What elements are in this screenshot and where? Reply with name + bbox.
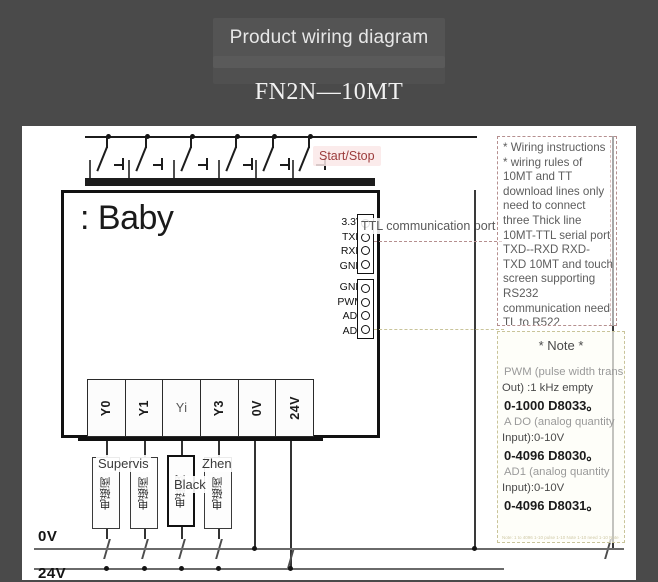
pin-strip-analog[interactable] bbox=[357, 279, 374, 339]
note-line: Input):0-10V bbox=[502, 481, 565, 494]
pin-hole[interactable] bbox=[361, 311, 370, 321]
rail-node-dot bbox=[472, 546, 477, 551]
load-box-glyph: 电磁阀 bbox=[99, 476, 112, 510]
load-lead bbox=[144, 529, 146, 539]
switch-terminal-post bbox=[206, 158, 208, 170]
note-panel-footer: Note: 1 to 4096 1-10 pulse 1-10 Note 1-1… bbox=[502, 535, 620, 540]
rail-node-dot bbox=[179, 566, 184, 571]
load-lead bbox=[181, 527, 183, 539]
input-bus-bar bbox=[85, 136, 477, 138]
start-stop-label: Start/Stop bbox=[313, 146, 381, 166]
wiring-instructions-note: * Wiring instructions * wiring rules of … bbox=[497, 136, 617, 326]
terminal-block-base bbox=[78, 437, 323, 441]
terminal-label: Y3 bbox=[212, 399, 227, 417]
pin-hole[interactable] bbox=[361, 232, 370, 242]
header-bar: Product wiring diagram FN2N—10MT bbox=[0, 0, 658, 126]
rail-node-dot bbox=[104, 566, 109, 571]
terminal-label: Y0 bbox=[99, 399, 114, 417]
rail-node-dot bbox=[252, 546, 257, 551]
terminal-y1[interactable]: Y1 bbox=[126, 380, 164, 436]
note-panel-heading: * Note * bbox=[538, 338, 584, 353]
pin-hole[interactable] bbox=[361, 259, 370, 269]
note-line: Out) :1 kHz empty bbox=[502, 381, 594, 394]
ttl-dashed-connector bbox=[374, 241, 502, 242]
note-line: A DO (analog quantity bbox=[504, 416, 615, 428]
output-terminal-block: Y0 Y1 Yi Y3 0V 24V bbox=[87, 379, 314, 437]
load-overlay-word: Black bbox=[172, 476, 208, 493]
ttl-communication-port-label: TTL communication port bbox=[358, 218, 499, 234]
plc-input-terminal-strip bbox=[85, 178, 375, 186]
note-line: AD1 (analog quantity bbox=[504, 466, 610, 478]
load-overlay-word: Supervis bbox=[96, 455, 151, 472]
analog-dashed-connector bbox=[374, 329, 504, 330]
note-line: 0-4096 D8031。 bbox=[504, 498, 600, 513]
note-line: PWM (pulse width transmission bbox=[504, 366, 624, 378]
load-lead bbox=[218, 529, 220, 539]
rail-node-dot bbox=[216, 566, 221, 571]
terminal-0v[interactable]: 0V bbox=[239, 380, 277, 436]
switch-terminal-post bbox=[288, 158, 290, 170]
terminal-y2[interactable]: Yi bbox=[163, 380, 202, 436]
note-line: 0-4096 D8030。 bbox=[504, 448, 600, 463]
pin-hole[interactable] bbox=[361, 246, 370, 256]
terminal-label: 24V bbox=[287, 396, 302, 420]
page-title: Product wiring diagram bbox=[229, 27, 429, 48]
terminal-label: 0V bbox=[250, 399, 265, 417]
note-line: Input):0-10V bbox=[502, 431, 565, 444]
terminal-lead bbox=[254, 441, 256, 548]
load-box-glyph: 电磁阀 bbox=[211, 476, 224, 510]
switch-terminal-post bbox=[122, 158, 124, 170]
switch-terminal-post bbox=[161, 158, 163, 170]
model-subtitle: FN2N—10MT bbox=[254, 79, 404, 105]
load-box-glyph: 电磁阀 bbox=[137, 476, 150, 510]
terminal-24v[interactable]: 24V bbox=[276, 380, 313, 436]
pin-hole[interactable] bbox=[361, 284, 370, 294]
rail-0v-label: 0V bbox=[38, 528, 58, 545]
rail-node-dot bbox=[142, 566, 147, 571]
terminal-y3[interactable]: Y3 bbox=[201, 380, 239, 436]
baby-overlay-text: : Baby bbox=[80, 198, 174, 237]
supply-feeder bbox=[474, 190, 476, 548]
pin-hole[interactable] bbox=[361, 297, 370, 307]
terminal-label: Y1 bbox=[137, 399, 151, 417]
terminal-y0[interactable]: Y0 bbox=[88, 380, 126, 436]
note-line: 0-1000 D8033。 bbox=[504, 398, 600, 413]
switch-terminal-post bbox=[251, 158, 253, 170]
note-panel: * Note * PWM (pulse width transmission O… bbox=[497, 331, 625, 543]
load-lead bbox=[106, 529, 108, 539]
baby-text-overlay: : Baby bbox=[74, 194, 234, 242]
rail-node-dot bbox=[288, 566, 293, 571]
rail-24v-label: 24V bbox=[38, 565, 67, 582]
terminal-label: Yi bbox=[175, 401, 188, 415]
load-overlay-word: Zhen bbox=[200, 455, 234, 472]
rail-0v bbox=[34, 548, 624, 550]
pin-hole[interactable] bbox=[361, 324, 370, 334]
